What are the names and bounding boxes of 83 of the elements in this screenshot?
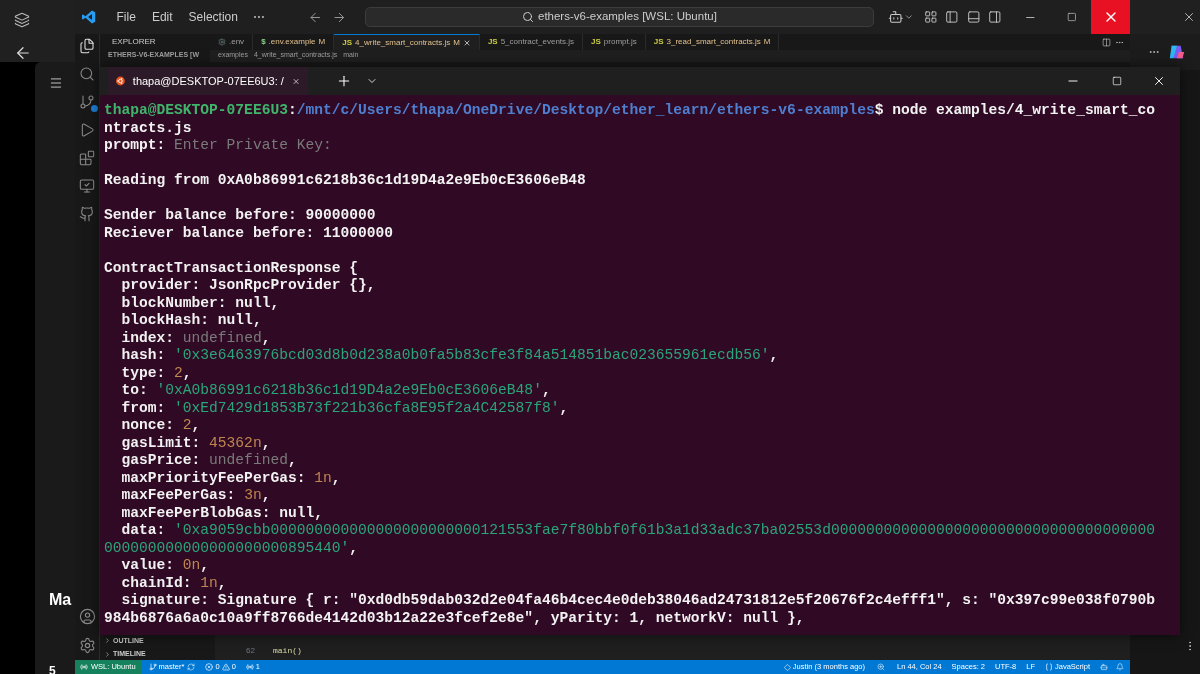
terminal-line: data: '0xa9059cbb000000000000000000000000121553fae7f80bbf0f61b3a1d33adc37ba02553d0000000000000000000000000000000000000: [120, 522, 1155, 540]
terminal-line: 000000000000000000000895440',: [104, 539, 358, 557]
close-button[interactable]: [1091, 0, 1131, 34]
terminal-line: gasPrice: undefined,: [120, 452, 297, 470]
close-icon[interactable]: [462, 38, 471, 47]
extensions-icon[interactable]: [79, 150, 95, 166]
sidebar-title: EXPLORER: [111, 36, 157, 48]
terminal-line: ntracts.js: [104, 119, 192, 137]
back-icon[interactable]: [14, 44, 32, 62]
search-icon: [522, 11, 534, 23]
sidebar-toggle-icon[interactable]: [945, 10, 959, 24]
vscode-logo-icon: [81, 9, 97, 25]
layout-icon[interactable]: [923, 10, 938, 24]
code-line: main(): [273, 645, 302, 657]
warning-icon: [221, 663, 230, 671]
terminal-line: blockNumber: null,: [120, 294, 280, 312]
account-icon[interactable]: [78, 608, 96, 625]
branch-icon: [148, 663, 157, 671]
explorer-icon[interactable]: [79, 38, 95, 54]
command-center[interactable]: ethers-v6-examples [WSL: Ubuntu]: [364, 7, 875, 27]
remote-explorer-icon[interactable]: [79, 178, 95, 194]
editor-tab[interactable]: JS 4_write_smart_contracts.js M: [334, 34, 480, 50]
terminal-line: Reading from 0xA0b86991c6218b36c1d19D4a2e9Eb0cE3606eB48: [104, 172, 586, 190]
menu-icon[interactable]: [49, 76, 63, 90]
terminal-line: blockHash: null,: [120, 312, 262, 330]
close-icon[interactable]: [1182, 10, 1196, 24]
terminal-line: hash: '0x3e6463976bcd03d8b0d238a0b0fa5b83cfe3f84a514851bac023655961ecdb56',: [120, 347, 779, 365]
source-control-icon[interactable]: [79, 94, 95, 110]
file-type-icon: JS: [591, 36, 601, 48]
remote-icon: [80, 663, 88, 671]
terminal-line: index: undefined,: [120, 329, 271, 347]
terminal-line: prompt: Enter Private Key:: [104, 137, 332, 155]
modified-marker: M: [453, 36, 460, 49]
ubuntu-icon: [116, 74, 125, 88]
file-type-icon: JS: [342, 36, 353, 49]
terminal-line: to: '0xA0b86991c6218b36c1d19D4a2e9Eb0cE3606eB48',: [120, 382, 551, 400]
line-number: 62: [245, 645, 255, 657]
close-icon[interactable]: [1152, 74, 1166, 88]
terminal-tab[interactable]: thapa@DESKTOP-07EE6U3: /: [108, 67, 308, 95]
page-heading: Ma: [49, 590, 73, 610]
menu-item[interactable]: Selection: [188, 8, 238, 26]
file-type-icon: $: [261, 36, 266, 48]
terminal-line: maxPriorityFeePerGas: 1n,: [120, 469, 341, 487]
add-icon[interactable]: [336, 73, 352, 89]
terminal-line: maxFeePerGas: 3n,: [120, 487, 271, 505]
terminal-line: thapa@DESKTOP-07EE6U3:/mnt/c/Users/thapa/OneDrive/Desktop/ether_learn/ethers-v6-examples$ node examples/4_write_smart_co: [104, 102, 1155, 120]
modified-marker: M: [318, 36, 326, 48]
app-logo-icon: [1168, 43, 1186, 61]
menu-item[interactable]: Edit: [151, 8, 173, 26]
terminal-line: type: 2,: [120, 364, 192, 382]
panel-toggle-icon[interactable]: [966, 10, 981, 24]
terminal-line: nonce: 2,: [120, 417, 201, 435]
terminal-line: signature: Signature { r: "0xd0db59dab032d2e04fa46b4cec4e0deb38046ad24731812e5f20676f2c4efff1", s: "0x397c99e038f0790b: [120, 592, 1155, 610]
terminal-line: gasLimit: 45362n,: [120, 434, 271, 452]
file-type-icon: JS: [653, 36, 664, 48]
error-icon: [205, 663, 214, 671]
tabs-icon[interactable]: [14, 12, 30, 28]
settings-file-icon: [218, 38, 226, 46]
terminal-line: value: 0n,: [120, 557, 210, 575]
terminal-line: from: '0xEd7429d1853B73f221b36cfa8E95f2a4C42587f8',: [120, 399, 569, 417]
zoom-icon[interactable]: [877, 663, 885, 671]
terminal-line: Reciever balance before: 11000000: [104, 224, 393, 242]
run-debug-icon[interactable]: [79, 122, 95, 138]
settings-icon[interactable]: [78, 637, 96, 654]
terminal-line: chainId: 1n,: [120, 574, 227, 592]
search-icon[interactable]: [79, 66, 95, 82]
terminal-line: maxFeePerBlobGas: null,: [120, 504, 323, 522]
menu-item[interactable]: File: [116, 8, 136, 26]
commit-icon: [783, 663, 791, 671]
split-editor-icon[interactable]: [1102, 37, 1111, 47]
ports-icon: [245, 663, 254, 671]
file-type-icon: JS: [487, 36, 498, 48]
caret-icon[interactable]: [903, 12, 914, 22]
github-icon[interactable]: [79, 206, 95, 222]
terminal-line: provider: JsonRpcProvider {},: [120, 277, 376, 295]
secondary-sidebar-icon[interactable]: [988, 10, 1002, 24]
braces-icon: [1045, 663, 1053, 671]
terminal-line: Sender balance before: 90000000: [104, 207, 376, 225]
sync-icon[interactable]: [187, 663, 196, 671]
modified-marker: M: [763, 36, 771, 48]
terminal-line: 984b6876a6a0c10a9ff8766de4142d03b12a22e3fcef2e8e", yParity: 1, networkV: null },: [104, 609, 805, 627]
terminal-line: ContractTransactionResponse {: [104, 259, 358, 277]
maximize-icon[interactable]: [1066, 12, 1077, 22]
